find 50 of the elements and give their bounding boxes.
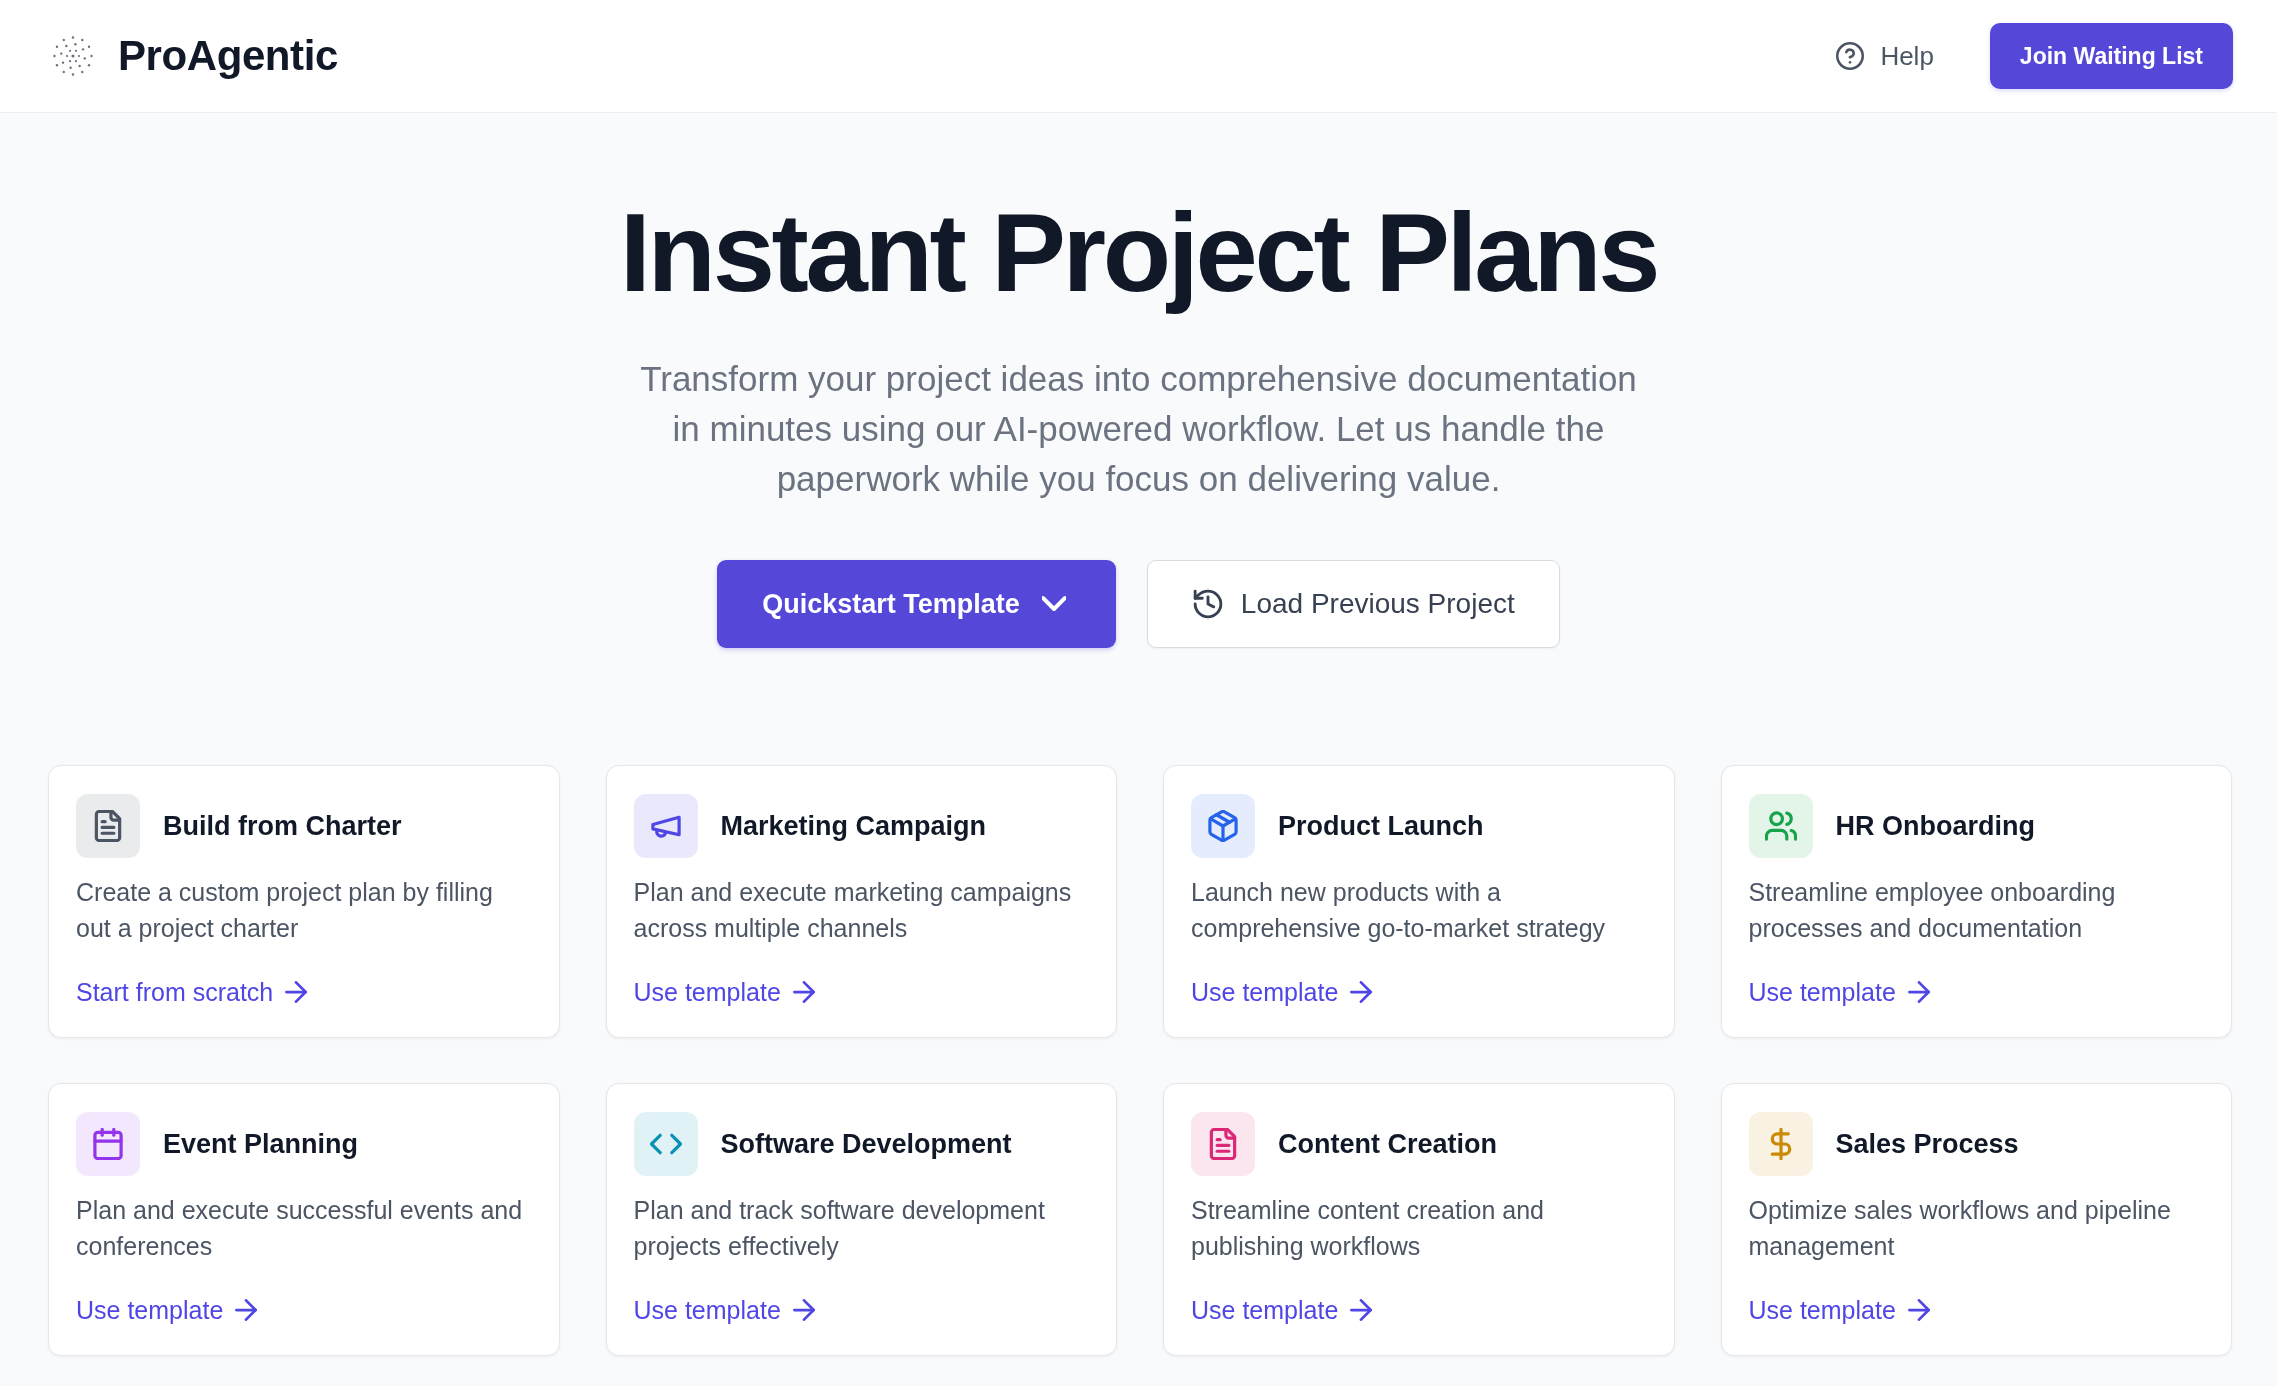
card-title: Build from Charter [163, 810, 402, 842]
arrow-right-icon [1350, 1299, 1373, 1321]
card-title: Event Planning [163, 1128, 359, 1160]
card-title: Sales Process [1835, 1128, 2019, 1160]
card-title: Product Launch [1278, 810, 1484, 842]
dot-burst-logo-icon [52, 35, 94, 77]
dollar-icon [1748, 1112, 1813, 1176]
help-icon [1836, 42, 1865, 70]
cube-icon [1191, 794, 1255, 858]
template-link[interactable]: Use template [633, 1292, 815, 1328]
card-title: Marketing Campaign [720, 810, 987, 842]
template-link[interactable]: Use template [633, 974, 815, 1010]
users-icon [1748, 794, 1813, 858]
template-link[interactable]: Use template [76, 1292, 258, 1328]
card-description: Plan and track software development projects effectively [633, 1195, 1046, 1262]
arrow-right-icon [1350, 981, 1373, 1003]
arrow-right-icon [792, 981, 815, 1003]
arrow-right-icon [285, 981, 308, 1003]
card-description: Plan and execute marketing campaigns across multiple channels [633, 877, 1073, 944]
arrow-right-icon [1907, 981, 1930, 1003]
template-link[interactable]: Start from scratch [76, 974, 308, 1010]
card-description: Optimize sales workflows and pipeline management [1748, 1195, 2172, 1262]
megaphone-icon [633, 794, 698, 858]
card-description: Streamline content creation and publishing workflows [1191, 1195, 1545, 1262]
arrow-right-icon [1907, 1299, 1930, 1321]
template-link[interactable]: Use template [1191, 1292, 1373, 1328]
arrow-right-icon [235, 1299, 258, 1321]
join-waiting-list-button[interactable]: Join Waiting List [1989, 23, 2233, 89]
card-description: Create a custom project plan by filling out a project charter [76, 877, 494, 944]
document-icon [76, 794, 140, 858]
card-title: Content Creation [1278, 1128, 1497, 1160]
template-link[interactable]: Use template [1191, 974, 1373, 1010]
card-title: HR Onboarding [1835, 810, 2035, 842]
load-project-button[interactable]: Load Previous Project [1146, 560, 1560, 648]
quickstart-dropdown-button[interactable]: Quickstart Template [717, 560, 1116, 648]
card-description: Launch new products with a comprehensive go-to-market strategy [1191, 877, 1607, 944]
template-link[interactable]: Use template [1748, 974, 1930, 1010]
card-description: Plan and execute successful events and conferences [76, 1195, 524, 1262]
calendar-icon [76, 1112, 140, 1176]
page-title: Instant Project Plans [619, 191, 1658, 314]
brand-name: ProAgentic [118, 32, 338, 80]
code-icon [633, 1112, 698, 1176]
card-description: Streamline employee onboarding processes and documentation [1748, 877, 2117, 944]
history-icon [1192, 589, 1223, 619]
document-icon [1191, 1112, 1255, 1176]
hero-subtitle: Transform your project ideas into comprehensive documentation in minutes using our AI-powered workflow. Let us handle the paperwork while you focus on delivering value. [639, 358, 1638, 500]
help-button[interactable]: Help [1836, 40, 1934, 72]
arrow-right-icon [792, 1299, 815, 1321]
template-link[interactable]: Use template [1748, 1292, 1930, 1328]
card-title: Software Development [720, 1128, 1012, 1160]
